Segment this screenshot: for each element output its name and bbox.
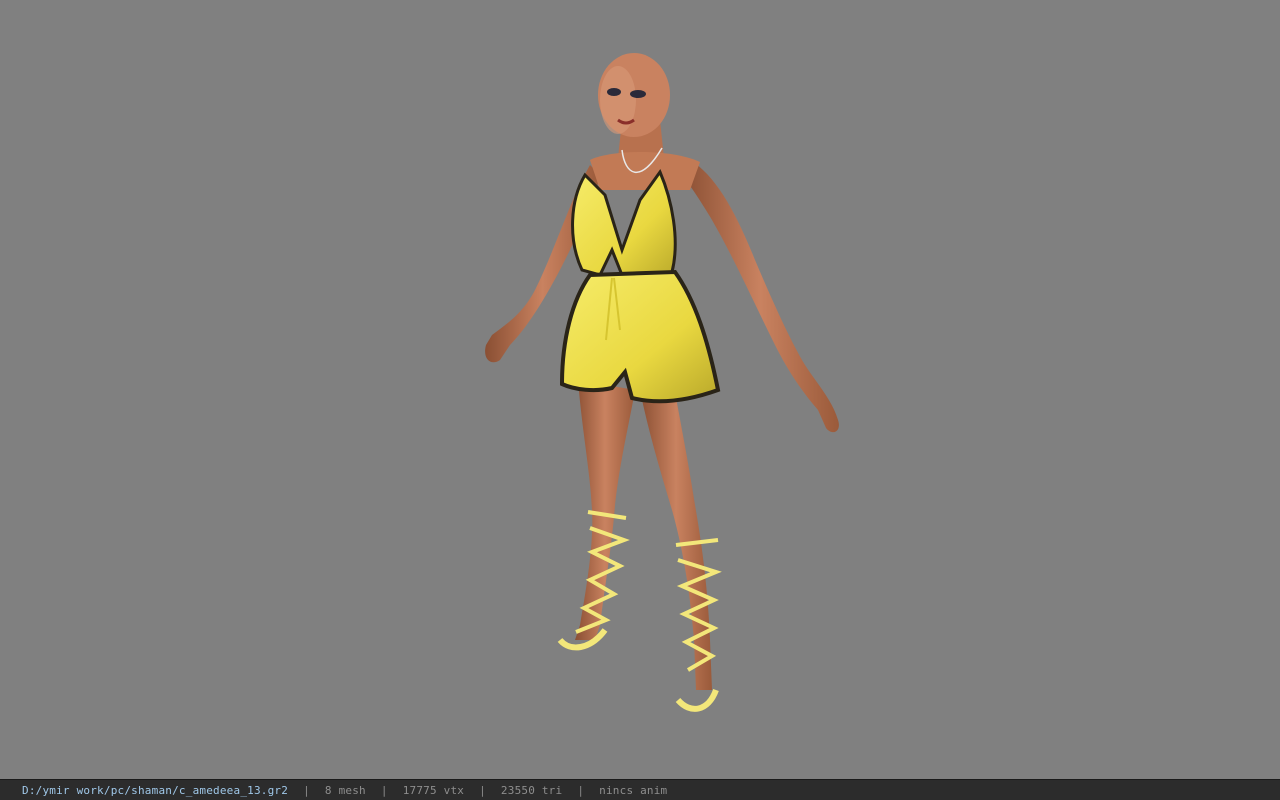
separator: | [577,783,585,797]
vertex-count: 17775 vtx [402,783,465,797]
head-shade [600,66,636,134]
3d-viewport[interactable] [0,0,1280,779]
right-eye [630,90,646,98]
left-leg [575,380,635,640]
character-model[interactable] [0,0,1280,779]
outfit-shorts [559,269,721,404]
status-bar: D:/ymir work/pc/shaman/c_amedeea_13.gr2 … [0,779,1280,800]
separator: | [303,783,310,797]
shoulders [590,152,700,190]
left-eye [607,88,621,96]
file-path: D:/ymir work/pc/shaman/c_amedeea_13.gr2 [22,783,289,797]
anim-status: nincs anim [599,783,668,797]
separator: | [380,783,388,797]
mesh-count: 8 mesh [324,783,366,797]
separator: | [479,783,486,797]
triangle-count: 23550 tri [500,783,563,797]
